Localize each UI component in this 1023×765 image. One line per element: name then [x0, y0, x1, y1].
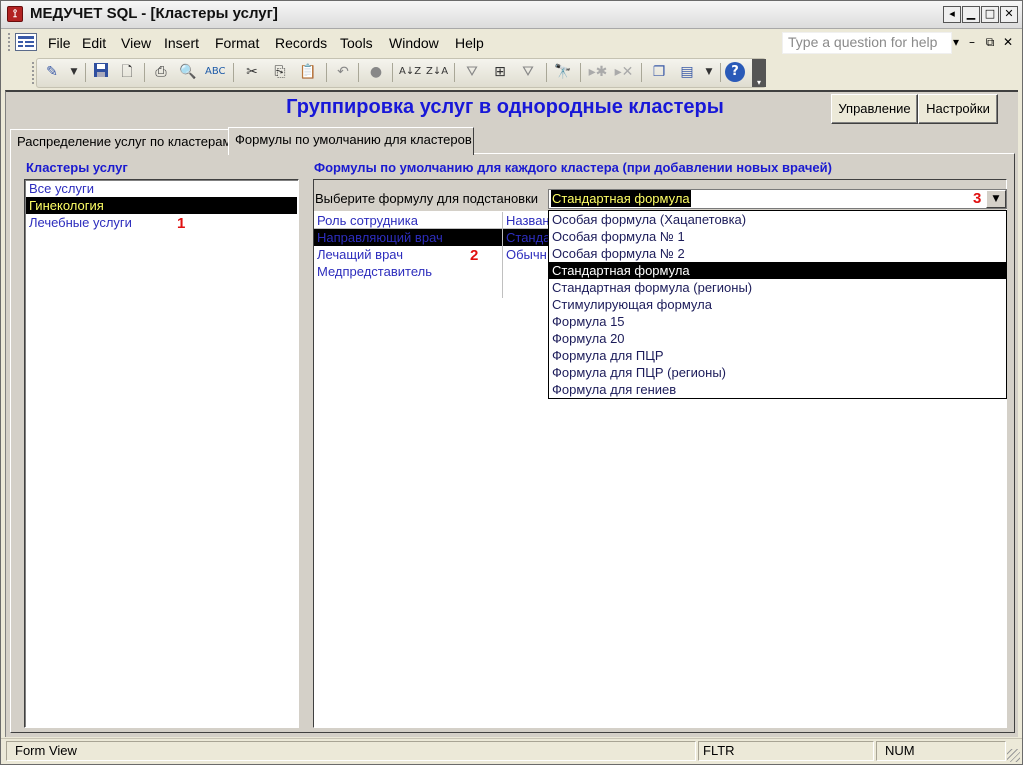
sort-ascending-icon[interactable]: A↓Z: [399, 62, 421, 82]
manage-button[interactable]: Управление: [831, 94, 918, 124]
toolbar-separator: [358, 63, 359, 82]
tab-distribution[interactable]: Распределение услуг по кластерам: [10, 129, 231, 154]
resize-grip-icon[interactable]: [1007, 749, 1020, 762]
new-object-icon[interactable]: ▤: [677, 62, 697, 82]
minimize-button[interactable]: ▁: [962, 6, 980, 23]
menu-view[interactable]: View: [121, 35, 151, 51]
table-cell[interactable]: Стандарт: [503, 229, 548, 246]
help-icon[interactable]: ?: [725, 62, 745, 82]
mdi-minimize-button[interactable]: –: [965, 35, 979, 49]
new-record-icon[interactable]: ▸✱: [588, 62, 608, 82]
grid-header-name[interactable]: Назван: [503, 212, 548, 229]
clusters-label: Кластеры услуг: [26, 160, 128, 175]
menu-file[interactable]: File: [48, 35, 71, 51]
formula-combo-value[interactable]: Стандартная формула: [551, 190, 691, 207]
list-item[interactable]: Лечебные услуги: [26, 214, 297, 231]
toolbar-separator: [454, 63, 455, 82]
dropdown-option[interactable]: Стимулирующая формула: [549, 296, 1006, 313]
formulas-label: Формулы по умолчанию для каждого кластер…: [314, 160, 832, 175]
toolbar-grip-icon[interactable]: [32, 62, 35, 84]
paste-icon[interactable]: 📋: [298, 62, 318, 82]
table-cell[interactable]: Обычн: [503, 246, 548, 263]
form-icon: [18, 36, 34, 47]
dropdown-option[interactable]: Особая формула № 1: [549, 228, 1006, 245]
mdi-close-button[interactable]: ✕: [1001, 35, 1015, 49]
pick-formula-label: Выберите формулу для подстановки: [315, 191, 539, 206]
toolbar-separator: [580, 63, 581, 82]
menu-format[interactable]: Format: [215, 35, 259, 51]
maximize-button[interactable]: □: [981, 6, 999, 23]
status-filter: FLTR: [703, 743, 735, 758]
annotation-marker: 3: [973, 190, 982, 207]
dropdown-option[interactable]: Формула для ПЦР: [549, 347, 1006, 364]
restore-left-icon[interactable]: ◂: [943, 6, 961, 23]
print-preview-icon[interactable]: 🔍: [178, 62, 198, 82]
menu-window[interactable]: Window: [389, 35, 439, 51]
chevron-down-icon[interactable]: ▼: [986, 190, 1006, 208]
window-title: МЕДУЧЕТ SQL - [Кластеры услуг]: [30, 5, 278, 22]
filter-by-selection-icon[interactable]: ⛛: [462, 62, 482, 82]
apply-filter-icon[interactable]: ⛛: [518, 62, 538, 82]
filter-by-form-icon[interactable]: ⊞: [490, 62, 510, 82]
toolbar-separator: [546, 63, 547, 82]
mdi-restore-button[interactable]: ⧉: [983, 35, 997, 50]
dropdown-option[interactable]: Особая формула (Хацапетовка): [549, 211, 1006, 228]
settings-button[interactable]: Настройки: [918, 94, 998, 124]
grid-header-role[interactable]: Роль сотрудника: [314, 212, 502, 229]
menu-edit[interactable]: Edit: [82, 35, 106, 51]
menu-grip-icon[interactable]: [8, 33, 12, 51]
status-mode-cell: [6, 741, 696, 761]
menu-help[interactable]: Help: [455, 35, 484, 51]
close-button[interactable]: ✕: [1000, 6, 1018, 23]
design-view-icon[interactable]: ✎: [42, 62, 62, 82]
menu-tools[interactable]: Tools: [340, 35, 373, 51]
annotation-marker: 1: [177, 215, 186, 232]
dropdown-option[interactable]: Формула 15: [549, 313, 1006, 330]
toolbar-separator: [641, 63, 642, 82]
dropdown-option[interactable]: Стандартная формула (регионы): [549, 279, 1006, 296]
new-object-dropdown-icon[interactable]: ▼: [699, 62, 719, 82]
status-mode: Form View: [15, 743, 77, 758]
dropdown-option[interactable]: Формула 20: [549, 330, 1006, 347]
hyperlink-icon[interactable]: ●: [366, 62, 386, 82]
dropdown-option[interactable]: Особая формула № 2: [549, 245, 1006, 262]
annotation-marker: 2: [470, 247, 479, 264]
list-item[interactable]: Все услуги: [26, 180, 297, 197]
toolbar-separator: [233, 63, 234, 82]
find-icon[interactable]: 🔭: [553, 62, 573, 82]
toolbar-separator: [720, 63, 721, 82]
dropdown-option[interactable]: Стандартная формула: [549, 262, 1006, 279]
menu-insert[interactable]: Insert: [164, 35, 199, 51]
status-num: NUM: [885, 743, 915, 758]
cut-icon[interactable]: ✂: [242, 62, 262, 82]
clusters-list[interactable]: [24, 179, 299, 728]
help-search-placeholder[interactable]: Type a question for help: [788, 34, 937, 50]
list-item[interactable]: Гинекология: [26, 197, 297, 214]
dropdown-option[interactable]: Формула для ПЦР (регионы): [549, 364, 1006, 381]
spelling-icon[interactable]: ABC: [205, 62, 226, 82]
toolbar-separator: [144, 63, 145, 82]
menu-records[interactable]: Records: [275, 35, 327, 51]
delete-record-icon[interactable]: ▸✕: [614, 62, 634, 82]
table-row[interactable]: Медпредставитель: [314, 263, 502, 280]
help-dropdown-icon[interactable]: ▾: [949, 35, 963, 49]
copy-icon[interactable]: ⎘: [270, 62, 290, 82]
toolbar-separator: [85, 63, 86, 82]
toolbar-options-icon[interactable]: ▾: [752, 59, 766, 87]
design-view-dropdown-icon[interactable]: ▼: [64, 62, 84, 82]
access-icon[interactable]: ⟟: [7, 6, 23, 22]
table-row[interactable]: Направляющий врач: [314, 229, 502, 246]
print-icon[interactable]: ⎙: [151, 62, 171, 82]
dropdown-option[interactable]: Формула для гениев: [549, 381, 1006, 398]
toolbar-separator: [392, 63, 393, 82]
undo-icon[interactable]: ↶: [333, 62, 353, 82]
database-window-icon[interactable]: ❐: [649, 62, 669, 82]
file-search-icon[interactable]: 🗋: [117, 62, 137, 82]
form-control-menu-icon[interactable]: [15, 33, 37, 51]
sort-descending-icon[interactable]: Z↓A: [426, 62, 448, 82]
save-icon[interactable]: [91, 62, 111, 82]
tab-default-formulas[interactable]: Формулы по умолчанию для кластеров: [228, 127, 474, 155]
toolbar-separator: [326, 63, 327, 82]
